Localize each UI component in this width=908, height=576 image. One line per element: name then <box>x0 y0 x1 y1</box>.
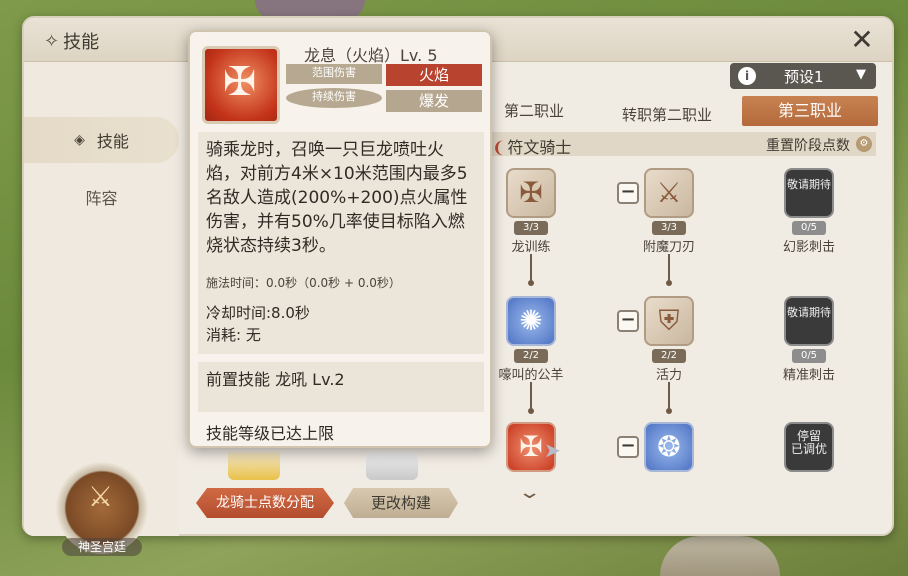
skill-title: 龙息（火焰）Lv. 5 <box>304 46 438 65</box>
skill-description: 骑乘龙时，召唤一只巨龙喷吐火焰，对前方4米×10米范围内最多5名敌人造成(200… <box>198 132 484 268</box>
nav-item-skills[interactable]: ◈ 技能 <box>24 117 179 163</box>
dragon-knight-points-button[interactable]: 龙骑士点数分配 <box>196 488 334 518</box>
nav-item-label: 阵容 <box>85 189 118 208</box>
shield-sword-icon: ⛨ <box>658 304 680 337</box>
decrease-button[interactable]: − <box>617 182 639 204</box>
tag-dot: 持续伤害 <box>286 88 382 108</box>
skill-name: 精准刺击 <box>782 368 835 383</box>
skill-name: 活力 <box>655 368 682 383</box>
rune-icon: ❨ <box>492 138 506 157</box>
skill-count: 2/2 <box>652 349 686 363</box>
reset-points-label[interactable]: 重置阶段点数 <box>766 135 850 155</box>
skill-node-enchanted-blade[interactable]: ⚔ <box>644 168 694 218</box>
skill-count: 0/5 <box>792 221 826 235</box>
connector-dot <box>528 280 534 286</box>
skill-name: 附魔刀刃 <box>642 240 695 255</box>
tag-burst: 爆发 <box>386 90 482 112</box>
connector-dot <box>666 280 672 286</box>
cost-text: 消耗: 无 <box>206 326 261 344</box>
skill-node-dragon-training[interactable]: ✠ <box>506 168 556 218</box>
skill-node-vitality[interactable]: ⛨ <box>644 296 694 346</box>
reset-gear-icon[interactable]: ⚙ <box>856 136 872 152</box>
dragon-breath-icon: ✠ <box>202 46 280 124</box>
nav-item-lineup[interactable]: 阵容 <box>24 174 179 220</box>
swirl-icon: ❂ <box>657 430 681 463</box>
tuned-text: 已调优 <box>790 442 827 456</box>
prerequisite: 前置技能 龙吼 Lv.2 <box>198 362 484 412</box>
tab-second-job[interactable]: 第二职业 <box>504 100 564 121</box>
coming-soon-text: 敬请期待 <box>787 178 831 191</box>
tag-fire: 火焰 <box>386 64 482 86</box>
window-title-text: 技能 <box>63 32 100 53</box>
section-title: ❨ 符文骑士 <box>492 134 571 158</box>
window-title: ✧ 技能 <box>44 28 99 54</box>
connector-dot <box>528 408 534 414</box>
sword-crest-icon: ⚔ <box>88 480 114 513</box>
dragon-icon: ✠ <box>519 176 543 209</box>
skill-name: 幻影刺击 <box>782 240 835 255</box>
skill-icon-partial <box>228 452 280 480</box>
info-icon[interactable]: i <box>738 67 756 85</box>
ram-icon: ✺ <box>519 304 543 337</box>
skill-name: 嚎叫的公羊 <box>498 368 564 383</box>
tag-aoe: 范围伤害 <box>286 64 382 84</box>
max-level-text: 技能等级已达上限 <box>206 424 335 443</box>
skill-tooltip: ✠ 龙息（火焰）Lv. 5 范围伤害 持续伤害 火焰 爆发 骑乘龙时，召唤一只巨… <box>188 30 492 448</box>
skill-node-precise-thrust[interactable]: 敬请期待 <box>784 296 834 346</box>
connector-dot <box>666 408 672 414</box>
skill-count: 3/3 <box>652 221 686 235</box>
skill-count: 3/3 <box>514 221 548 235</box>
blade-icon: ⚔ <box>656 176 682 209</box>
skill-diamond-icon: ◈ <box>74 132 85 148</box>
skill-node-howling-ram[interactable]: ✺ <box>506 296 556 346</box>
dropdown-arrow-icon: ▼ <box>856 67 866 82</box>
sparkle-icon: ✧ <box>44 30 60 52</box>
background-scenery-bottom <box>660 536 780 576</box>
skill-node-paused[interactable]: 停留 已调优 <box>784 422 834 472</box>
skill-count: 0/5 <box>792 349 826 363</box>
cooldown-text: 冷却时间:8.0秒 <box>206 304 310 322</box>
decrease-button[interactable]: − <box>617 310 639 332</box>
section-header: ❨ 符文骑士 重置阶段点数 ⚙ <box>484 132 876 158</box>
cast-time: 施法时间：0.0秒（0.0秒 + 0.0秒） <box>198 268 484 298</box>
tab-third-job[interactable]: 第三职业 <box>742 96 878 126</box>
skill-name: 龙训练 <box>511 240 551 255</box>
skill-icon-partial <box>366 452 418 480</box>
cursor-icon: ➤ <box>544 438 561 462</box>
tab-second-job-advance[interactable]: 转职第二职业 <box>622 104 712 125</box>
scroll-down-chevron-icon[interactable]: ⌄ <box>517 482 541 503</box>
skill-node-blue-swirl[interactable]: ❂ <box>644 422 694 472</box>
close-icon[interactable]: ✕ <box>846 24 878 56</box>
skill-count: 2/2 <box>514 349 548 363</box>
left-nav: ◈ 技能 阵容 ⚔ 神圣宫廷 <box>24 62 179 556</box>
coming-soon-text: 敬请期待 <box>787 306 831 319</box>
cooldown-block: 冷却时间:8.0秒 消耗: 无 <box>198 298 484 354</box>
decrease-button[interactable]: − <box>617 436 639 458</box>
change-build-button[interactable]: 更改构建 <box>344 488 458 518</box>
preset-dropdown[interactable]: i 预设1 ▼ <box>730 63 876 89</box>
preset-label: 预设1 <box>784 67 824 86</box>
skill-node-phantom-thrust[interactable]: 敬请期待 <box>784 168 834 218</box>
emblem-label: 神圣宫廷 <box>62 538 142 556</box>
nav-item-label: 技能 <box>96 132 129 151</box>
section-title-text: 符文骑士 <box>507 138 572 157</box>
class-emblem[interactable]: ⚔ 神圣宫廷 <box>56 462 148 556</box>
